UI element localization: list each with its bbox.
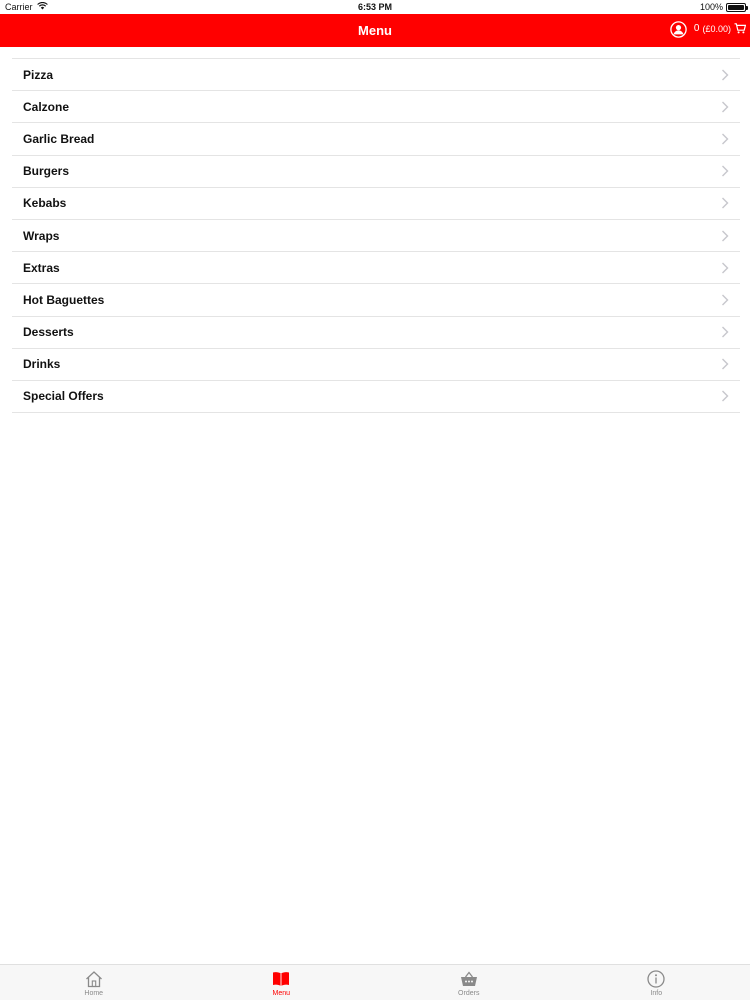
menu-item-label: Drinks <box>23 357 61 372</box>
menu-item-label: Hot Baguettes <box>23 292 105 307</box>
menu-item-pizza[interactable]: Pizza <box>12 59 740 92</box>
menu-item-kebabs[interactable]: Kebabs <box>12 188 740 220</box>
chevron-right-icon <box>722 69 729 81</box>
info-icon <box>647 970 665 988</box>
user-icon <box>670 21 687 38</box>
battery-icon <box>726 2 748 12</box>
menu-item-label: Burgers <box>23 164 70 179</box>
menu-item-label: Desserts <box>23 325 74 340</box>
menu-item-extras[interactable]: Extras <box>12 252 740 285</box>
chevron-right-icon <box>722 197 729 209</box>
menu-item-label: Wraps <box>23 228 60 243</box>
home-icon <box>85 971 102 988</box>
chevron-right-icon <box>722 326 729 338</box>
menu-item-label: Extras <box>23 260 60 275</box>
status-time: 6:53 PM <box>357 2 392 12</box>
basket-icon <box>460 971 477 986</box>
chevron-right-icon <box>722 390 729 402</box>
menu-book-icon <box>273 972 290 986</box>
menu-item-special-offers[interactable]: Special Offers <box>12 381 740 414</box>
status-bar: Carrier 6:53 PM 100% <box>0 0 750 14</box>
menu-item-hot-baguettes[interactable]: Hot Baguettes <box>12 284 740 317</box>
menu-item-garlic-bread[interactable]: Garlic Bread <box>12 123 740 156</box>
menu-item-wraps[interactable]: Wraps <box>12 220 740 253</box>
chevron-right-icon <box>722 133 729 145</box>
menu-item-label: Garlic Bread <box>23 131 95 146</box>
chevron-right-icon <box>722 294 729 306</box>
tab-orders[interactable]: Orders <box>375 965 563 1000</box>
tab-label: Info <box>650 990 663 997</box>
cart-count: 0 <box>693 23 700 34</box>
nav-bar: Menu 0 (£0.00) <box>0 14 750 47</box>
cart-button[interactable]: 0 (£0.00) <box>694 23 746 34</box>
menu-item-desserts[interactable]: Desserts <box>12 317 740 349</box>
status-right: 100% <box>699 2 748 12</box>
tab-label: Home <box>84 990 104 997</box>
menu-item-drinks[interactable]: Drinks <box>12 349 740 381</box>
battery-percent: 100% <box>699 2 723 12</box>
menu-item-calzone[interactable]: Calzone <box>12 91 740 124</box>
chevron-right-icon <box>722 230 729 242</box>
tab-menu[interactable]: Menu <box>188 965 376 1000</box>
cart-total: (£0.00) <box>702 23 731 34</box>
tab-home[interactable]: Home <box>0 965 188 1000</box>
tab-bar: Home Menu Orders Info <box>0 964 750 1000</box>
cart-icon <box>734 23 746 34</box>
tab-label: Orders <box>458 990 480 997</box>
menu-item-label: Kebabs <box>23 196 67 211</box>
chevron-right-icon <box>722 165 729 177</box>
chevron-right-icon <box>722 358 729 370</box>
menu-item-label: Pizza <box>23 67 54 82</box>
menu-category-list: Pizza Calzone Garlic Bread Burgers Kebab… <box>12 58 740 414</box>
page-title: Menu <box>358 23 392 38</box>
account-button[interactable] <box>670 21 687 38</box>
menu-item-label: Special Offers <box>23 389 104 404</box>
menu-item-label: Calzone <box>23 99 70 114</box>
tab-info[interactable]: Info <box>563 965 750 1000</box>
chevron-right-icon <box>722 101 729 113</box>
tab-label: Menu <box>272 990 290 997</box>
menu-item-burgers[interactable]: Burgers <box>12 156 740 188</box>
chevron-right-icon <box>722 262 729 274</box>
